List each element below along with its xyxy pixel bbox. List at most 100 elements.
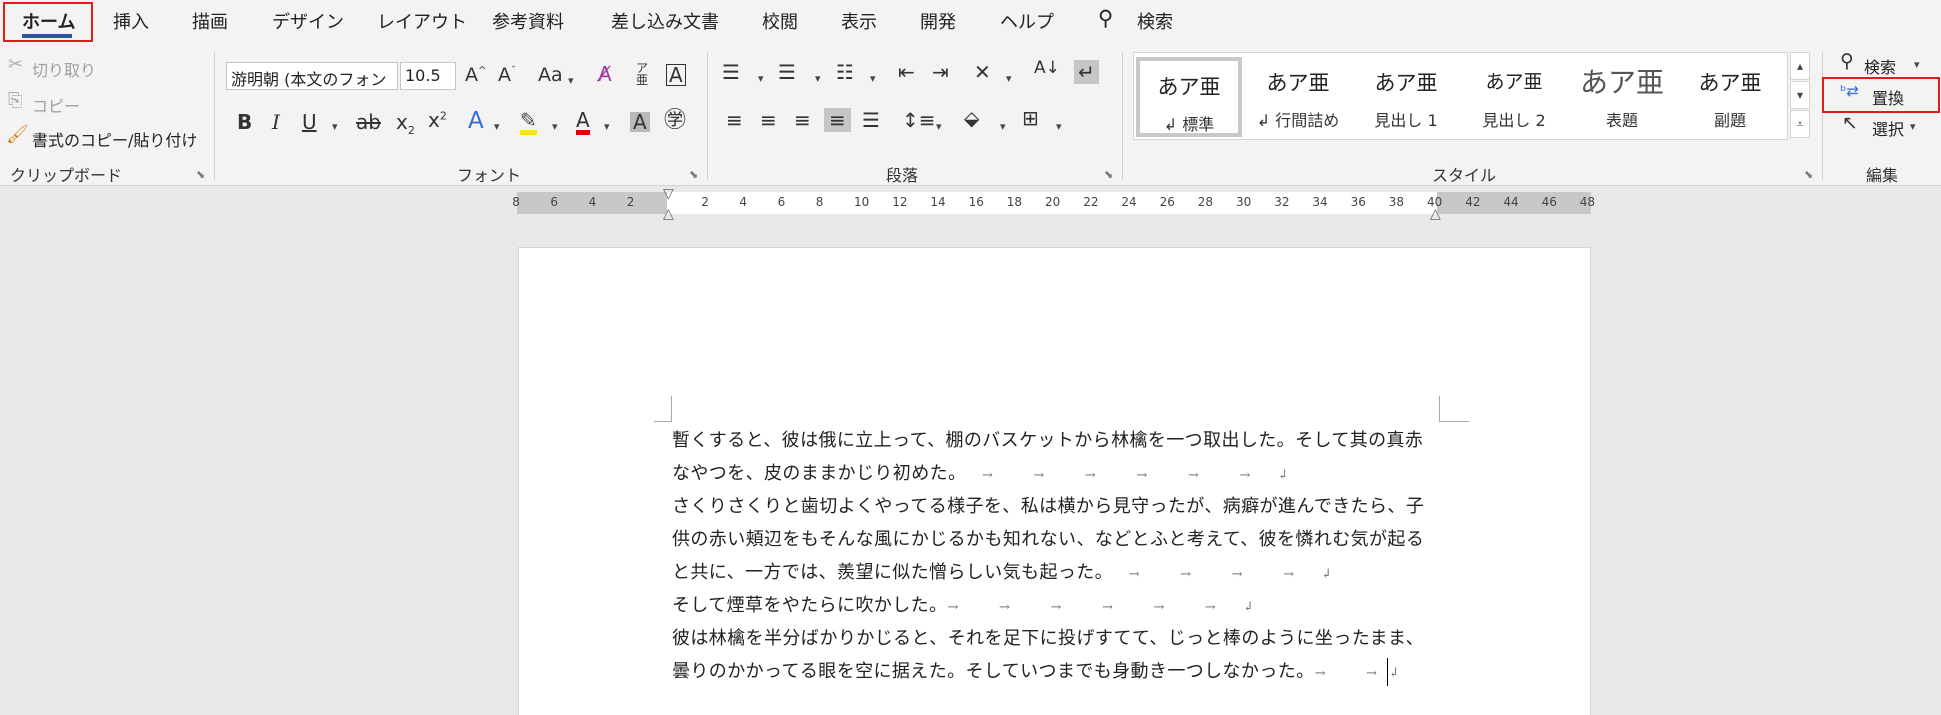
search-icon[interactable]: ⚲ [1098, 6, 1113, 30]
tab-review[interactable]: 校閲 [762, 8, 798, 34]
style-normal[interactable]: あア亜 ↲ 標準 [1136, 57, 1242, 137]
tab-insert[interactable]: 挿入 [113, 8, 149, 34]
chevron-down-icon[interactable]: ▾ [568, 74, 574, 87]
tab-developer[interactable]: 開発 [920, 8, 956, 34]
chevron-down-icon[interactable]: ▾ [936, 120, 942, 133]
text-line: 供の赤い頬辺をもそんな風にかじるかも知れない、などとふと考えて、彼を憐れむ気が起… [672, 529, 1425, 550]
style-heading-1[interactable]: あア亜 見出し 1 [1353, 57, 1459, 137]
gallery-scroll-up-icon[interactable]: ▴ [1790, 52, 1810, 80]
show-formatting-marks-icon[interactable]: ↵ [1074, 60, 1099, 84]
style-no-spacing[interactable]: あア亜 ↲ 行間詰め [1245, 57, 1351, 137]
tab-references[interactable]: 参考資料 [492, 8, 564, 34]
ruler-number: 42 [1465, 195, 1481, 209]
tab-design[interactable]: デザイン [272, 8, 344, 34]
change-case-icon[interactable]: Aa [538, 66, 563, 85]
chevron-down-icon[interactable]: ▾ [332, 120, 338, 133]
find-button[interactable]: 検索 [1864, 54, 1896, 78]
chevron-down-icon[interactable]: ▾ [1914, 58, 1920, 71]
right-indent-marker[interactable]: △ [1430, 206, 1441, 222]
style-sample: あア亜 [1579, 66, 1664, 99]
enclose-characters-icon[interactable]: ㊫ [664, 110, 686, 132]
font-launcher-icon[interactable]: ⬊ [689, 168, 698, 181]
shading-icon[interactable]: ⬙ [964, 108, 979, 128]
font-name-combo[interactable]: 游明朝 (本文のフォン [226, 62, 398, 90]
document-body[interactable]: 暫くすると、彼は俄に立上って、棚のバスケットから林檎を一つ取出した。そして其の真… [672, 424, 1452, 688]
format-painter-button[interactable]: 書式のコピー/貼り付け [32, 127, 197, 151]
gallery-scroll-down-icon[interactable]: ▾ [1790, 81, 1810, 109]
font-size-combo[interactable]: 10.5 [400, 62, 456, 90]
clipboard-launcher-icon[interactable]: ⬊ [196, 168, 205, 181]
tab-draw[interactable]: 描画 [192, 8, 228, 34]
line-spacing-icon[interactable]: ↕≡ [902, 110, 936, 130]
superscript-icon[interactable]: x2 [428, 110, 447, 130]
tab-layout[interactable]: レイアウト [377, 8, 467, 34]
shrink-font-icon[interactable]: Aˇ [498, 66, 516, 85]
highlighter-icon[interactable]: ✎ [520, 110, 537, 135]
chevron-down-icon[interactable]: ▾ [1006, 72, 1012, 85]
underline-icon[interactable]: U [302, 112, 317, 132]
chevron-down-icon[interactable]: ▾ [870, 72, 876, 85]
copy-button[interactable]: コピー [32, 93, 80, 117]
search-label[interactable]: 検索 [1137, 8, 1173, 34]
phonetic-guide-icon[interactable]: ア亜 [636, 62, 648, 86]
bullets-icon[interactable]: ☰ [722, 62, 740, 82]
strikethrough-icon[interactable]: ab [356, 112, 381, 132]
tab-mailings[interactable]: 差し込み文書 [611, 8, 719, 34]
clear-formatting-icon[interactable]: A̸ [598, 64, 612, 84]
select-cursor-icon[interactable]: ↖ [1842, 114, 1858, 133]
text-effects-icon[interactable]: A [468, 110, 484, 133]
character-border-icon[interactable]: A [666, 64, 686, 86]
crop-mark-left [654, 396, 672, 422]
hanging-indent-marker[interactable]: △ [663, 206, 674, 222]
increase-indent-icon[interactable]: ⇥ [932, 62, 949, 82]
justify-icon[interactable]: ≡ [824, 108, 851, 132]
sort-icon[interactable]: A↓ [1034, 60, 1060, 77]
chevron-down-icon[interactable]: ▾ [1910, 120, 1916, 133]
first-line-indent-marker[interactable]: ▽ [663, 186, 674, 202]
ribbon: ✂ 切り取り ⎘ コピー 🖌 書式のコピー/貼り付け クリップボード ⬊ 游明朝… [0, 44, 1941, 186]
ruler-number: 36 [1350, 195, 1366, 209]
chevron-down-icon[interactable]: ▾ [552, 120, 558, 133]
grow-font-icon[interactable]: A^ [465, 66, 486, 85]
style-title[interactable]: あア亜 表題 [1569, 57, 1675, 137]
ruler-number: 2 [701, 195, 709, 209]
asian-layout-icon[interactable]: ✕ [974, 62, 991, 82]
select-button[interactable]: 選択 [1872, 116, 1904, 140]
ruler-number: 32 [1274, 195, 1290, 209]
multilevel-list-icon[interactable]: ☷ [836, 62, 854, 82]
style-sample: あア亜 [1485, 71, 1543, 93]
align-right-icon[interactable]: ≡ [794, 110, 811, 130]
tab-view[interactable]: 表示 [841, 8, 877, 34]
distributed-icon[interactable]: ☰ [862, 110, 880, 130]
horizontal-ruler[interactable]: 8 6 4 2 2 4 6 8 10 12 14 16 18 20 22 24 26 28 30 32 34 36 38 40… [512, 186, 1595, 222]
find-icon[interactable]: ⚲ [1840, 52, 1854, 71]
style-subtitle[interactable]: あア亜 副題 [1677, 57, 1783, 137]
text-line: 暫くすると、彼は俄に立上って、棚のバスケットから林檎を一つ取出した。そして其の真… [672, 430, 1424, 451]
gallery-more-icon[interactable]: ⩡ [1790, 110, 1810, 138]
home-tab-highlight [3, 2, 93, 42]
font-color-icon[interactable]: A [576, 110, 590, 135]
text-line: なやつを、皮のままかじり初めた。 → → → → → → ↲ [672, 463, 1289, 484]
decrease-indent-icon[interactable]: ⇤ [898, 62, 915, 82]
subscript-icon[interactable]: x2 [396, 112, 415, 136]
style-heading-2[interactable]: あア亜 見出し 2 [1461, 57, 1567, 137]
chevron-down-icon[interactable]: ▾ [815, 72, 821, 85]
paragraph-launcher-icon[interactable]: ⬊ [1104, 168, 1113, 181]
chevron-down-icon[interactable]: ▾ [604, 120, 610, 133]
document-page[interactable]: 暫くすると、彼は俄に立上って、棚のバスケットから林檎を一つ取出した。そして其の真… [518, 247, 1591, 715]
align-center-icon[interactable]: ≡ [760, 110, 777, 130]
bold-icon[interactable]: B [237, 112, 252, 132]
italic-icon[interactable]: I [272, 112, 280, 132]
chevron-down-icon[interactable]: ▾ [758, 72, 764, 85]
borders-icon[interactable]: ⊞ [1022, 108, 1039, 128]
align-left-icon[interactable]: ≡ [726, 110, 743, 130]
styles-launcher-icon[interactable]: ⬊ [1804, 168, 1813, 181]
cut-button[interactable]: 切り取り [32, 57, 96, 81]
style-name: 副題 [1713, 111, 1746, 130]
numbering-icon[interactable]: ☰ [778, 62, 796, 82]
character-shading-icon[interactable]: A [630, 112, 650, 132]
chevron-down-icon[interactable]: ▾ [494, 120, 500, 133]
chevron-down-icon[interactable]: ▾ [1000, 120, 1006, 133]
tab-help[interactable]: ヘルプ [1000, 8, 1054, 34]
chevron-down-icon[interactable]: ▾ [1056, 120, 1062, 133]
